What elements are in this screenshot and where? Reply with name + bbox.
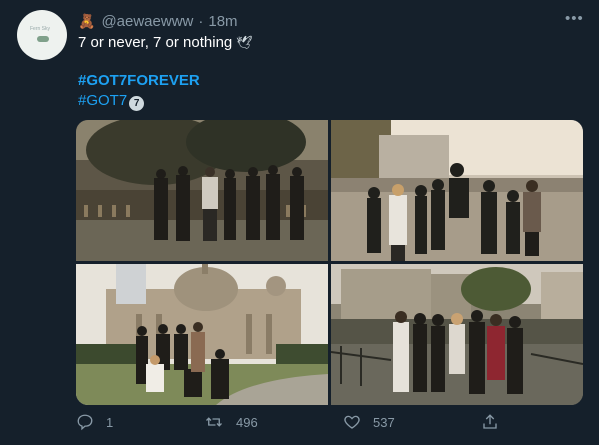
got7-emoji-icon: 7 <box>129 96 145 111</box>
group-back-view-photo-icon <box>76 120 328 261</box>
avatar-blob-icon <box>37 36 49 42</box>
reply-count: 1 <box>106 414 114 430</box>
retweet-button[interactable]: 496 <box>204 413 258 431</box>
dove-emoji-icon: 🕊 <box>236 35 253 50</box>
tweet-timestamp[interactable]: 18m <box>208 13 237 30</box>
retweet-count: 496 <box>236 414 258 430</box>
photo-3[interactable] <box>76 264 328 405</box>
action-bar: 1 496 537 <box>76 413 596 437</box>
photo-grid <box>76 120 583 405</box>
retweet-icon <box>206 417 222 427</box>
bear-emoji-icon: 🧸 <box>78 12 96 29</box>
reply-icon <box>77 414 93 431</box>
tweet-text: 7 or never, 7 or nothing 🕊 <box>78 33 253 53</box>
tweet-card[interactable]: Fern Sky 🧸 @aewaewww · 18m ••• 7 or neve… <box>0 0 599 445</box>
avatar[interactable]: Fern Sky <box>17 10 67 60</box>
photo-1[interactable] <box>76 120 328 261</box>
cathedral-group-photo-icon <box>76 264 328 405</box>
share-button[interactable] <box>481 413 511 431</box>
hashtag-got7forever[interactable]: #GOT7FOREVER <box>78 71 200 91</box>
tweet-header: 🧸 @aewaewww · 18m <box>78 11 238 31</box>
user-handle[interactable]: @aewaewww <box>101 13 193 30</box>
photo-4[interactable] <box>331 264 583 405</box>
heart-icon <box>344 415 360 429</box>
photo-2[interactable] <box>331 120 583 261</box>
riverside-group-photo-icon <box>331 264 583 405</box>
like-button[interactable]: 537 <box>343 413 395 431</box>
tweet-text-content: 7 or never, 7 or nothing <box>78 34 233 51</box>
hashtag-got7-line: #GOT7 7 <box>78 91 145 111</box>
avatar-text: Fern Sky <box>30 26 51 32</box>
reply-button[interactable]: 1 <box>76 413 113 431</box>
hashtag-got7[interactable]: #GOT7 <box>78 92 127 109</box>
like-count: 537 <box>373 414 395 430</box>
group-on-railing-photo-icon <box>331 120 583 261</box>
share-icon <box>483 414 497 429</box>
more-options-icon[interactable]: ••• <box>565 10 584 27</box>
header-separator: · <box>198 12 204 30</box>
